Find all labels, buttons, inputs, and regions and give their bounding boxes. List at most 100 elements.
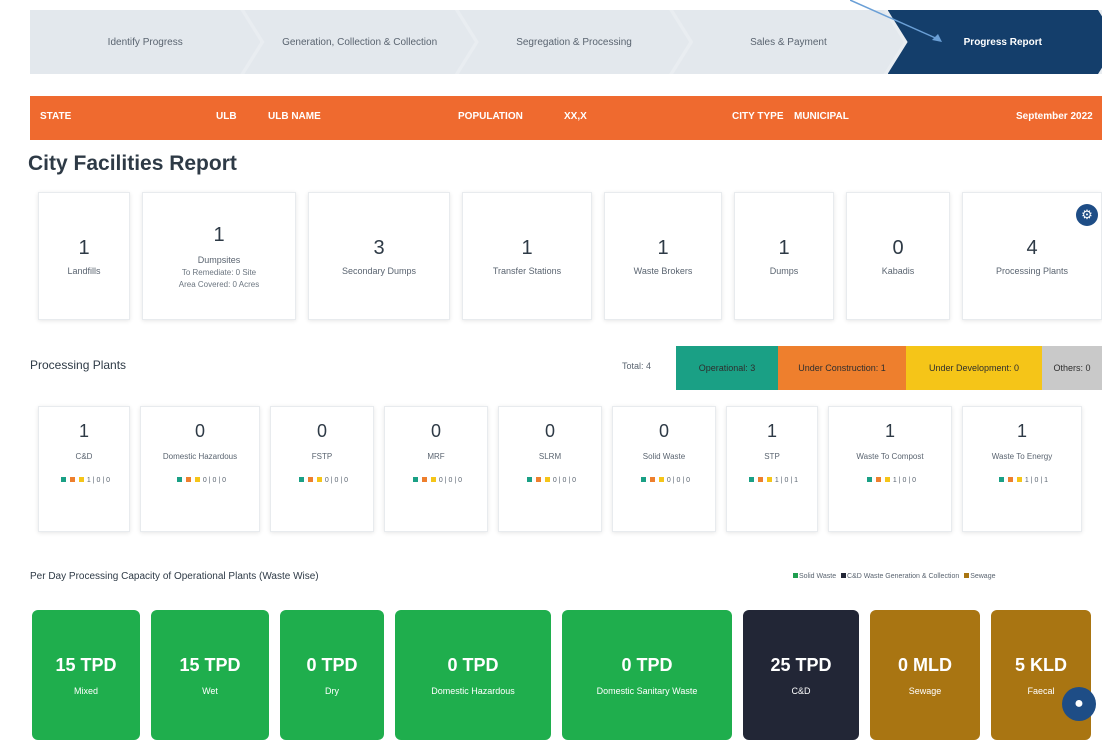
capacity-title: Per Day Processing Capacity of Operation… xyxy=(30,571,319,582)
plant-count: 0 xyxy=(194,421,205,441)
ulb-label: ULB xyxy=(216,111,237,122)
capacity-card[interactable]: 0 TPD Dry xyxy=(280,610,384,740)
facility-card-dumps[interactable]: 1 Dumps xyxy=(734,192,834,320)
legend-label: Solid Waste xyxy=(799,573,837,580)
capacity-value: 15 TPD xyxy=(179,654,241,675)
plant-count: 0 xyxy=(544,421,555,441)
capacity-value: 0 TPD xyxy=(447,654,499,675)
plant-card[interactable]: 1 Waste To Compost 1 | 0 | 0 xyxy=(828,406,952,532)
facility-count: 1 xyxy=(657,236,669,259)
step-label: Progress Report xyxy=(963,36,1042,48)
facility-card-transfer-stations[interactable]: 1 Transfer Stations xyxy=(462,192,592,320)
facility-card-waste-brokers[interactable]: 1 Waste Brokers xyxy=(604,192,722,320)
capacity-value: 15 TPD xyxy=(55,654,117,675)
plant-card[interactable]: 1 C&D 1 | 0 | 0 xyxy=(38,406,130,532)
facility-card-secondary-dumps[interactable]: 3 Secondary Dumps xyxy=(308,192,450,320)
plant-count: 0 xyxy=(658,421,669,441)
capacity-value: 0 MLD xyxy=(898,654,952,675)
facility-card-landfills[interactable]: 1 Landfills xyxy=(38,192,130,320)
ulb-value: ULB NAME xyxy=(268,111,321,122)
facility-count: 1 xyxy=(778,236,790,259)
plant-card[interactable]: 0 FSTP 0 | 0 | 0 xyxy=(270,406,374,532)
filter-label: Operational: 3 xyxy=(698,363,756,373)
plant-status-breakdown: 1 | 0 | 1 xyxy=(996,477,1048,484)
processing-plants-title: Processing Plants xyxy=(30,358,127,372)
plant-status-breakdown: 0 | 0 | 0 xyxy=(174,477,226,484)
plant-label: Waste To Energy xyxy=(991,452,1053,461)
plant-card[interactable]: 0 Domestic Hazardous 0 | 0 | 0 xyxy=(140,406,260,532)
filter-label: Under Development: 0 xyxy=(928,363,1020,373)
facility-count: 4 xyxy=(1026,236,1038,259)
filter-under-development[interactable]: Under Development: 0 xyxy=(906,346,1042,390)
capacity-label: Mixed xyxy=(73,685,98,696)
facility-label: Landfills xyxy=(67,265,101,276)
plant-card[interactable]: 0 SLRM 0 | 0 | 0 xyxy=(498,406,602,532)
step-progress-report[interactable]: Progress Report xyxy=(888,10,1102,74)
facility-label: Processing Plants xyxy=(995,265,1069,276)
facility-card-dumpsites[interactable]: 1 Dumpsites To Remediate: 0 Site Area Co… xyxy=(142,192,296,320)
plant-label: C&D xyxy=(75,452,93,461)
plant-status-breakdown: 0 | 0 | 0 xyxy=(638,477,690,484)
capacity-card[interactable]: 0 TPD Domestic Hazardous xyxy=(395,610,551,740)
population-value: XX,X xyxy=(564,111,587,122)
facility-count: 0 xyxy=(892,236,904,259)
plant-label: Domestic Hazardous xyxy=(162,452,238,461)
plant-card[interactable]: 0 Solid Waste 0 | 0 | 0 xyxy=(612,406,716,532)
facility-label: Transfer Stations xyxy=(492,265,562,276)
step-sales[interactable]: Sales & Payment xyxy=(673,10,903,74)
capacity-card[interactable]: 0 TPD Domestic Sanitary Waste xyxy=(562,610,732,740)
capacity-value: 5 KLD xyxy=(1014,654,1067,675)
filter-under-construction[interactable]: Under Construction: 1 xyxy=(778,346,906,390)
facility-label: Dumps xyxy=(769,265,799,276)
progress-stepper: Identify Progress Generation, Collection… xyxy=(30,10,1102,74)
plant-label: Waste To Compost xyxy=(856,452,924,461)
chat-icon[interactable]: ● xyxy=(1062,687,1096,721)
step-label: Identify Progress xyxy=(107,36,183,48)
plant-status-text: 1 | 0 | 0 xyxy=(892,477,917,484)
plant-status-text: 0 | 0 | 0 xyxy=(438,477,463,484)
facility-count: 1 xyxy=(521,236,533,259)
capacity-card[interactable]: 25 TPD C&D xyxy=(743,610,859,740)
plant-card[interactable]: 1 Waste To Energy 1 | 0 | 1 xyxy=(962,406,1082,532)
capacity-card[interactable]: 0 MLD Sewage xyxy=(870,610,980,740)
capacity-label: Faecal xyxy=(1027,685,1055,696)
capacity-legend: Solid Waste C&D Waste Generation & Colle… xyxy=(790,573,995,580)
facility-label: Secondary Dumps xyxy=(341,265,417,276)
plant-status-breakdown: 0 | 0 | 0 xyxy=(524,477,576,484)
capacity-value: 0 TPD xyxy=(306,654,358,675)
facility-count: 1 xyxy=(78,236,90,259)
plant-label: FSTP xyxy=(311,452,333,461)
facility-sub-remediate: To Remediate: 0 Site xyxy=(181,267,257,277)
gear-icon[interactable]: ⚙ xyxy=(1076,204,1098,226)
capacity-label: Domestic Sanitary Waste xyxy=(596,685,698,696)
plant-status-text: 0 | 0 | 0 xyxy=(202,477,227,484)
status-filters: Operational: 3 Under Construction: 1 Und… xyxy=(676,346,1102,390)
filter-label: Others: 0 xyxy=(1053,363,1091,373)
facility-label: Waste Brokers xyxy=(633,265,693,276)
step-identify[interactable]: Identify Progress xyxy=(30,10,260,74)
plant-status-text: 1 | 0 | 0 xyxy=(86,477,111,484)
plant-card[interactable]: 1 STP 1 | 0 | 1 xyxy=(726,406,818,532)
plant-card[interactable]: 0 MRF 0 | 0 | 0 xyxy=(384,406,488,532)
plant-count: 1 xyxy=(884,421,895,441)
plant-status-breakdown: 1 | 0 | 0 xyxy=(58,477,110,484)
step-label: Segregation & Processing xyxy=(516,36,632,48)
city-info-banner: STATE ULB ULB NAME POPULATION XX,X CITY … xyxy=(30,96,1102,140)
plant-status-text: 0 | 0 | 0 xyxy=(666,477,691,484)
step-segregation[interactable]: Segregation & Processing xyxy=(459,10,689,74)
page-title: City Facilities Report xyxy=(28,152,237,175)
population-label: POPULATION xyxy=(458,111,523,122)
facility-cards: 1 Landfills 1 Dumpsites To Remediate: 0 … xyxy=(38,192,1102,320)
filter-others[interactable]: Others: 0 xyxy=(1042,346,1102,390)
filter-operational[interactable]: Operational: 3 xyxy=(676,346,778,390)
plant-status-text: 0 | 0 | 0 xyxy=(552,477,577,484)
plant-label: Solid Waste xyxy=(642,452,686,461)
capacity-card[interactable]: 15 TPD Wet xyxy=(151,610,269,740)
capacity-value: 0 TPD xyxy=(621,654,673,675)
plant-status-text: 1 | 0 | 1 xyxy=(1024,477,1049,484)
step-generation[interactable]: Generation, Collection & Collection xyxy=(244,10,474,74)
plant-count: 1 xyxy=(766,421,777,441)
facility-card-kabadis[interactable]: 0 Kabadis xyxy=(846,192,950,320)
capacity-card[interactable]: 15 TPD Mixed xyxy=(32,610,140,740)
facility-label: Kabadis xyxy=(881,265,915,276)
